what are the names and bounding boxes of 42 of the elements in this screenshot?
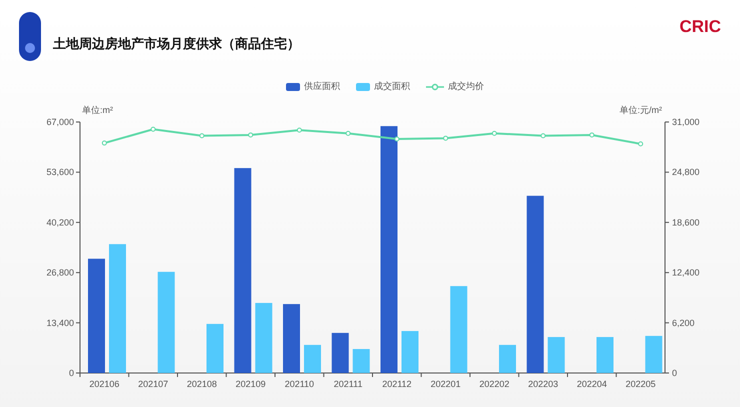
data-point[interactable] bbox=[394, 136, 400, 142]
tick-label: 31,000 bbox=[672, 117, 700, 127]
bar[interactable] bbox=[158, 272, 175, 373]
tick-label: 0 bbox=[68, 368, 74, 378]
tick-label: 26,800 bbox=[46, 268, 74, 278]
category-label: 202204 bbox=[576, 379, 607, 389]
tick-label: 12,400 bbox=[672, 268, 700, 278]
tick-label: 0 bbox=[672, 368, 678, 378]
bar[interactable] bbox=[234, 168, 252, 373]
category-label: 202203 bbox=[528, 379, 558, 389]
bar[interactable] bbox=[255, 302, 272, 373]
bar[interactable] bbox=[645, 336, 662, 373]
tick-label: 40,200 bbox=[46, 217, 74, 228]
bar[interactable] bbox=[332, 332, 349, 373]
pill-icon bbox=[19, 12, 41, 61]
category-label: 202110 bbox=[284, 379, 314, 389]
axis-unit-label: 单位:元/m² bbox=[620, 105, 662, 115]
category-label: 202112 bbox=[382, 379, 412, 389]
tick-label: 67,000 bbox=[46, 117, 74, 127]
category-label: 202106 bbox=[89, 379, 120, 389]
category-label: 202202 bbox=[479, 379, 510, 389]
category-label: 202205 bbox=[626, 379, 656, 389]
bar[interactable] bbox=[526, 196, 544, 373]
legend-label[interactable]: 供应面积 bbox=[304, 80, 340, 94]
tick-label: 13,400 bbox=[46, 318, 74, 328]
axis-unit-label: 单位:m² bbox=[82, 105, 113, 115]
legend-label[interactable]: 成交均价 bbox=[448, 80, 484, 94]
tick-label: 18,600 bbox=[672, 217, 700, 228]
legend-label[interactable]: 成交面积 bbox=[374, 80, 410, 94]
bar[interactable] bbox=[352, 349, 370, 373]
tick-label: 53,600 bbox=[46, 167, 74, 178]
category-label: 202201 bbox=[430, 379, 461, 389]
category-label: 202107 bbox=[138, 379, 168, 389]
category-label: 202108 bbox=[186, 379, 217, 389]
category-label: 202109 bbox=[236, 379, 266, 389]
tick-label: 6,200 bbox=[672, 318, 695, 328]
bar[interactable] bbox=[450, 286, 468, 373]
logo: CRIC bbox=[679, 16, 721, 38]
bar[interactable] bbox=[548, 337, 565, 373]
category-label: 202111 bbox=[334, 379, 362, 389]
tick-label: 24,800 bbox=[672, 167, 700, 178]
page-title: 土地周边房地产市场月度供求（商品住宅） bbox=[53, 34, 300, 53]
